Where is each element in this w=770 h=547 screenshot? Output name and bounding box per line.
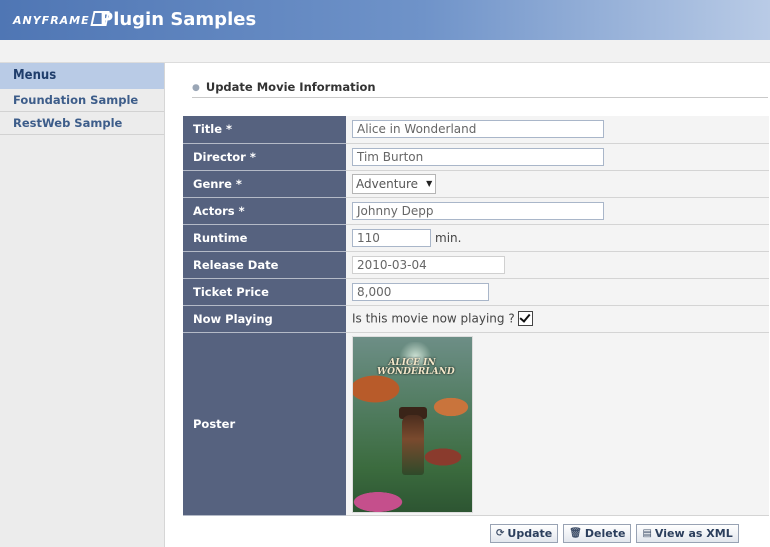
movie-poster-image: ALICE IN WONDERLAND xyxy=(352,335,473,513)
menu-heading: Menus xyxy=(0,63,164,89)
chevron-down-icon: ▼ xyxy=(426,179,433,188)
update-button[interactable]: ⟳ Update xyxy=(490,524,559,543)
app-title: Plugin Samples xyxy=(100,9,257,30)
title-label: Title * xyxy=(183,116,346,144)
runtime-unit: min. xyxy=(435,230,462,245)
director-input[interactable]: Tim Burton xyxy=(352,147,604,166)
delete-button[interactable]: 🗑 Delete xyxy=(563,524,632,543)
sidebar: Menus Foundation Sample RestWeb Sample xyxy=(0,63,165,547)
app-header: ANYFRAME Plugin Samples xyxy=(0,0,770,40)
sub-bar xyxy=(0,40,770,63)
document-icon: ▤ xyxy=(642,528,652,539)
poster-title: ALICE IN WONDERLAND xyxy=(377,357,455,377)
now-playing-question: Is this movie now playing ? xyxy=(352,311,515,326)
poster-label: Poster xyxy=(183,332,346,516)
bullet-icon: ● xyxy=(192,83,200,93)
runtime-input[interactable]: 110 xyxy=(352,228,431,247)
title-input[interactable]: Alice in Wonderland xyxy=(352,120,604,139)
view-xml-button[interactable]: ▤ View as XML xyxy=(636,524,739,543)
genre-label: Genre * xyxy=(183,170,346,198)
sidebar-item-restweb-sample[interactable]: RestWeb Sample xyxy=(0,112,164,135)
section-title: ● Update Movie Information xyxy=(192,80,768,98)
now-playing-label: Now Playing xyxy=(183,305,346,333)
trash-icon: 🗑 xyxy=(569,528,582,539)
actors-input[interactable]: Johnny Depp xyxy=(352,201,604,220)
ticket-price-label: Ticket Price xyxy=(183,278,346,306)
anyframe-logo: ANYFRAME xyxy=(13,11,110,27)
refresh-icon: ⟳ xyxy=(496,528,505,539)
main-content: ● Update Movie Information Title * Alice … xyxy=(164,63,770,547)
runtime-label: Runtime xyxy=(183,224,346,252)
actors-label: Actors * xyxy=(183,197,346,225)
director-label: Director * xyxy=(183,143,346,171)
release-date-input[interactable]: 2010-03-04 xyxy=(352,255,505,274)
sidebar-item-foundation-sample[interactable]: Foundation Sample xyxy=(0,89,164,112)
genre-select[interactable]: Adventure ▼ xyxy=(352,173,437,194)
now-playing-checkbox[interactable] xyxy=(517,311,533,326)
movie-form: Title * Alice in Wonderland Director * T… xyxy=(183,116,769,516)
ticket-price-input[interactable]: 8,000 xyxy=(352,282,489,301)
action-buttons: ⟳ Update 🗑 Delete ▤ View as XML xyxy=(490,524,739,543)
release-date-label: Release Date xyxy=(183,251,346,279)
